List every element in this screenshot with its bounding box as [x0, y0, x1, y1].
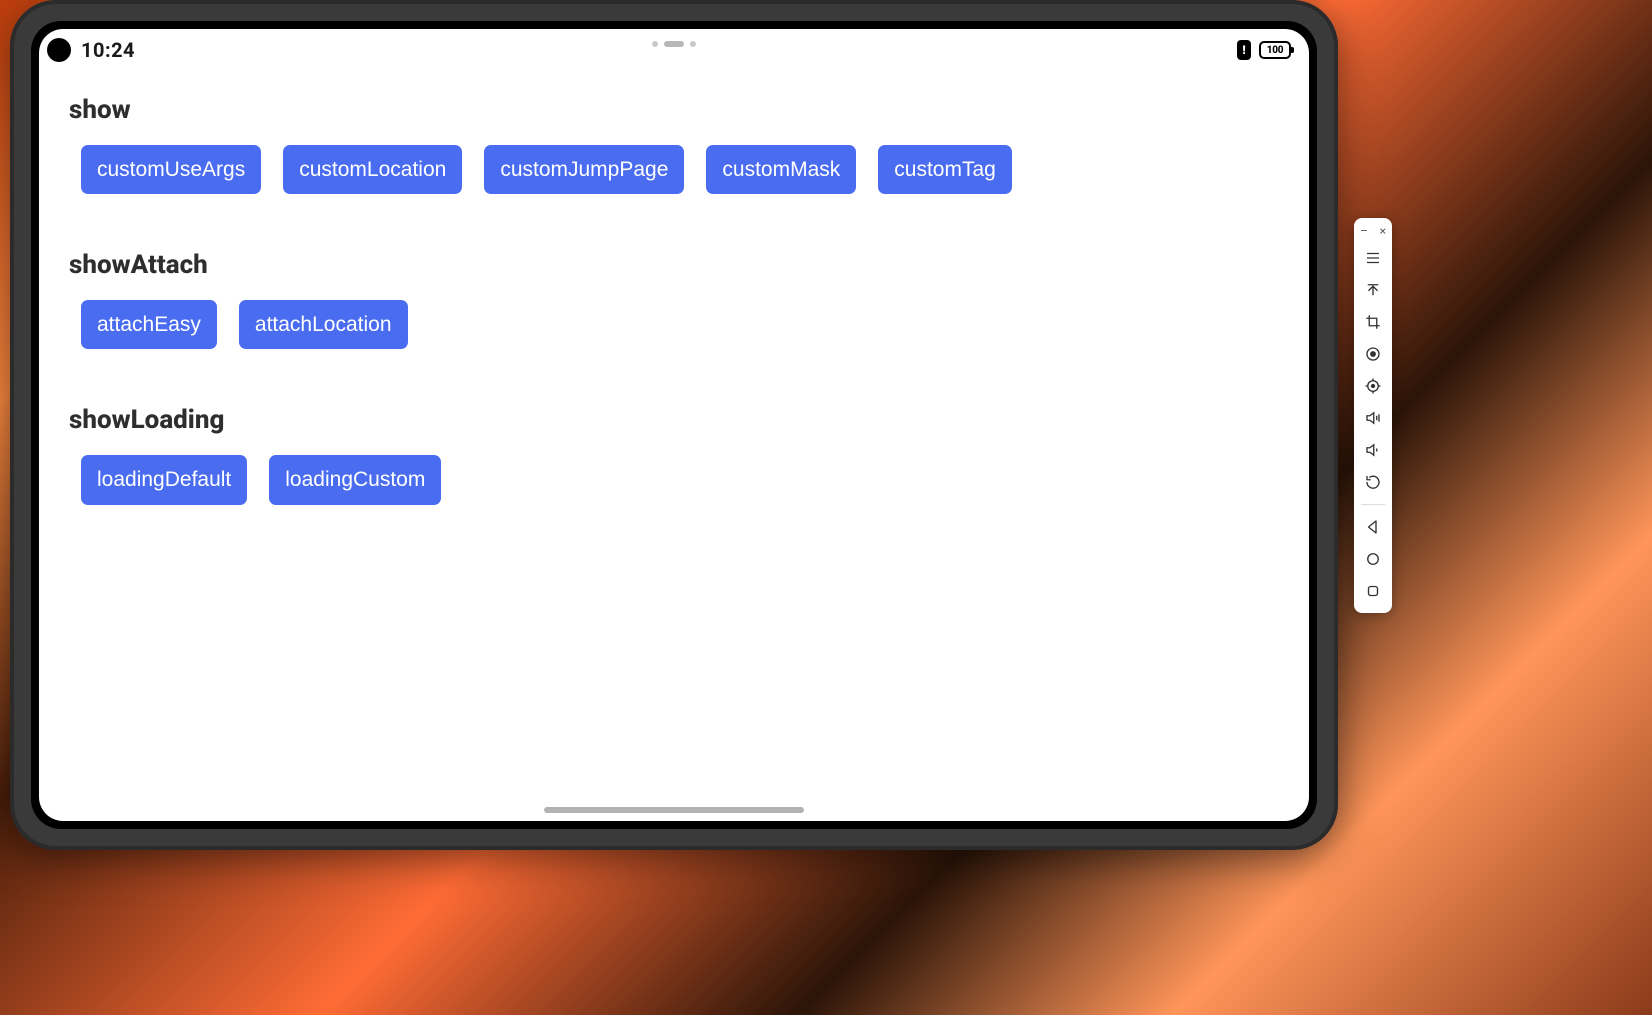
toolbar-close-button[interactable]: × — [1380, 224, 1386, 238]
rotate-icon[interactable] — [1359, 467, 1387, 497]
section-showAttach: showAttach attachEasy attachLocation — [69, 250, 1279, 349]
record-icon[interactable] — [1359, 339, 1387, 369]
toolbar-minimize-button[interactable]: – — [1360, 224, 1368, 238]
button-row: loadingDefault loadingCustom — [69, 455, 1279, 504]
status-left: 10:24 — [47, 38, 135, 62]
section-title: showAttach — [69, 250, 1279, 280]
customMask-button[interactable]: customMask — [706, 145, 856, 194]
section-show: show customUseArgs customLocation customJum… — [69, 95, 1279, 194]
emulator-toolbar: – × — [1354, 218, 1392, 613]
device-bezel: 10:24 ! 100 show customUseArgs customLocat… — [31, 21, 1317, 829]
crop-icon[interactable] — [1359, 307, 1387, 337]
toolbar-separator — [1361, 504, 1385, 505]
loadingDefault-button[interactable]: loadingDefault — [81, 455, 247, 504]
status-right: ! 100 — [1237, 40, 1291, 60]
customTag-button[interactable]: customTag — [878, 145, 1012, 194]
battery-icon: 100 — [1259, 41, 1291, 59]
app-content: show customUseArgs customLocation customJum… — [39, 79, 1309, 821]
debug-warning-icon: ! — [1237, 40, 1251, 60]
camera-dot-icon — [47, 38, 71, 62]
status-bar: 10:24 ! 100 — [39, 29, 1309, 71]
attachEasy-button[interactable]: attachEasy — [81, 300, 217, 349]
location-pin-icon[interactable] — [1359, 371, 1387, 401]
menu-icon[interactable] — [1359, 243, 1387, 273]
notch-indicator — [652, 41, 696, 47]
overview-nav-icon[interactable] — [1359, 576, 1387, 606]
home-nav-icon[interactable] — [1359, 544, 1387, 574]
customJumpPage-button[interactable]: customJumpPage — [484, 145, 684, 194]
status-time: 10:24 — [81, 38, 135, 62]
device-screen: 10:24 ! 100 show customUseArgs customLocat… — [39, 29, 1309, 821]
volume-down-icon[interactable] — [1359, 435, 1387, 465]
section-showLoading: showLoading loadingDefault loadingCustom — [69, 405, 1279, 504]
battery-level: 100 — [1267, 45, 1283, 56]
loadingCustom-button[interactable]: loadingCustom — [269, 455, 441, 504]
back-nav-icon[interactable] — [1359, 512, 1387, 542]
volume-up-icon[interactable] — [1359, 403, 1387, 433]
home-indicator[interactable] — [544, 807, 804, 813]
section-title: show — [69, 95, 1279, 125]
tablet-device-frame: 10:24 ! 100 show customUseArgs customLocat… — [10, 0, 1338, 850]
button-row: customUseArgs customLocation customJumpPag… — [69, 145, 1279, 194]
upload-screenshot-icon[interactable] — [1359, 275, 1387, 305]
section-title: showLoading — [69, 405, 1279, 435]
attachLocation-button[interactable]: attachLocation — [239, 300, 408, 349]
customUseArgs-button[interactable]: customUseArgs — [81, 145, 261, 194]
button-row: attachEasy attachLocation — [69, 300, 1279, 349]
customLocation-button[interactable]: customLocation — [283, 145, 462, 194]
